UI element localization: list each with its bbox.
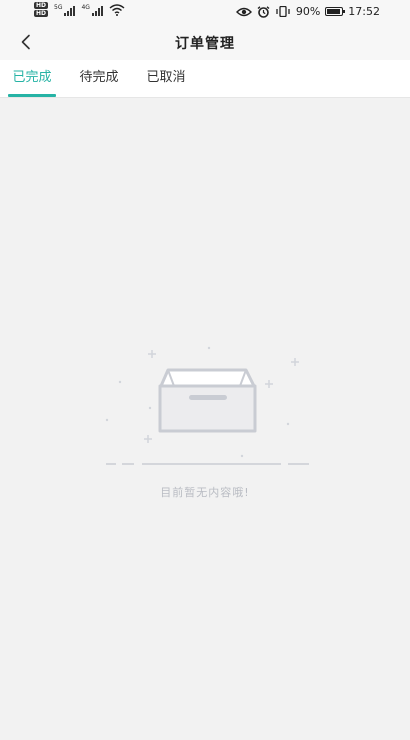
tab-completed[interactable]: 已完成 — [8, 60, 56, 97]
battery-icon — [325, 7, 346, 16]
empty-box-icon — [105, 346, 309, 465]
status-bar: HD HD 5G 4G 90% 17:52 — [0, 0, 410, 24]
dot-icon — [105, 418, 109, 422]
empty-message: 目前暂无内容哦! — [160, 486, 250, 499]
signal-4g-icon: 4G — [81, 3, 103, 16]
network-label: 5G — [54, 3, 63, 11]
hd-badge: HD — [34, 10, 49, 17]
signal-5g-icon: 5G — [54, 3, 76, 16]
sparkle-icon — [265, 380, 273, 388]
dot-icon — [286, 422, 290, 426]
status-bar-right: 90% 17:52 — [235, 5, 380, 18]
wifi-icon — [109, 3, 125, 16]
tab-cancelled[interactable]: 已取消 — [141, 60, 191, 97]
eye-icon — [235, 7, 252, 16]
active-tab-indicator — [8, 94, 56, 97]
hd-badge: HD — [34, 2, 49, 9]
sparkle-icon — [291, 358, 299, 366]
sparkle-icon — [144, 435, 152, 443]
dot-icon — [118, 380, 122, 384]
dot-icon — [240, 454, 244, 458]
page-title: 订单管理 — [175, 36, 235, 52]
alarm-icon — [257, 5, 270, 18]
sparkle-icon — [148, 350, 156, 358]
vibrate-icon — [276, 6, 290, 17]
order-tabs: 已完成 待完成 已取消 — [0, 60, 410, 98]
dot-icon — [207, 346, 211, 350]
clock-time: 17:52 — [348, 5, 380, 18]
status-bar-left: HD HD 5G 4G — [34, 2, 125, 17]
battery-percent: 90% — [295, 5, 321, 18]
network-label: 4G — [81, 3, 90, 11]
tab-pending[interactable]: 待完成 — [74, 60, 124, 97]
title-bar: 订单管理 — [0, 24, 410, 60]
dot-icon — [148, 406, 152, 410]
hd-badges: HD HD — [34, 2, 49, 17]
